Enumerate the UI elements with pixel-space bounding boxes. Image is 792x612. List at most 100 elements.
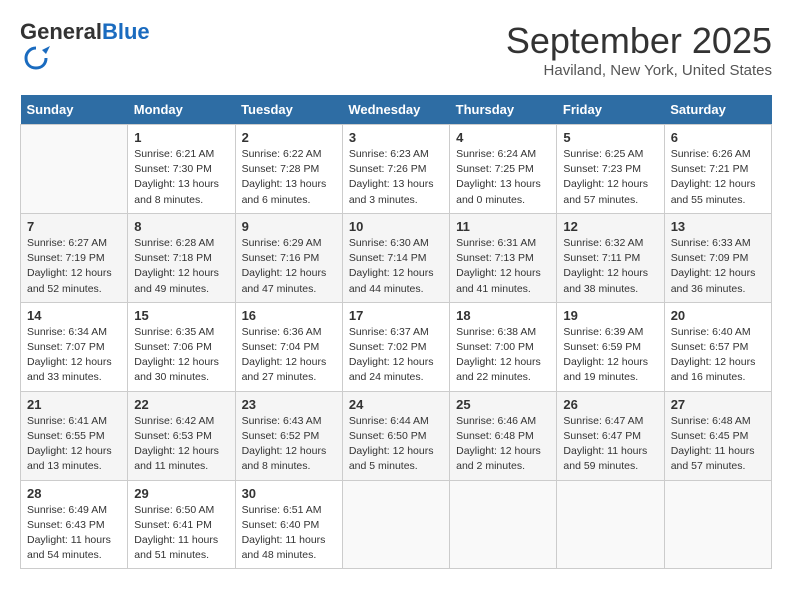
calendar-cell	[342, 480, 449, 569]
day-info: Sunrise: 6:33 AM Sunset: 7:09 PM Dayligh…	[671, 236, 765, 297]
day-number: 2	[242, 130, 336, 145]
day-number: 9	[242, 219, 336, 234]
day-header-wednesday: Wednesday	[342, 95, 449, 125]
day-number: 10	[349, 219, 443, 234]
calendar-cell: 2 Sunrise: 6:22 AM Sunset: 7:28 PM Daylig…	[235, 125, 342, 214]
title-block: September 2025 Haviland, New York, Unite…	[506, 20, 772, 79]
calendar-cell: 6 Sunrise: 6:26 AM Sunset: 7:21 PM Daylig…	[664, 125, 771, 214]
day-number: 1	[134, 130, 228, 145]
day-info: Sunrise: 6:32 AM Sunset: 7:11 PM Dayligh…	[563, 236, 657, 297]
calendar-cell: 4 Sunrise: 6:24 AM Sunset: 7:25 PM Daylig…	[450, 125, 557, 214]
logo-blue: Blue	[102, 19, 150, 44]
day-info: Sunrise: 6:46 AM Sunset: 6:48 PM Dayligh…	[456, 414, 550, 475]
day-info: Sunrise: 6:25 AM Sunset: 7:23 PM Dayligh…	[563, 147, 657, 208]
logo-general: General	[20, 19, 102, 44]
day-info: Sunrise: 6:29 AM Sunset: 7:16 PM Dayligh…	[242, 236, 336, 297]
calendar-week-3: 14 Sunrise: 6:34 AM Sunset: 7:07 PM Dayli…	[21, 302, 772, 391]
day-number: 11	[456, 219, 550, 234]
day-info: Sunrise: 6:43 AM Sunset: 6:52 PM Dayligh…	[242, 414, 336, 475]
day-info: Sunrise: 6:38 AM Sunset: 7:00 PM Dayligh…	[456, 325, 550, 386]
calendar-cell: 3Sunrise: 6:23 AM Sunset: 7:26 PM Daylig…	[342, 125, 449, 214]
calendar-week-2: 7Sunrise: 6:27 AM Sunset: 7:19 PM Daylig…	[21, 213, 772, 302]
day-header-monday: Monday	[128, 95, 235, 125]
calendar-cell: 30 Sunrise: 6:51 AM Sunset: 6:40 PM Dayli…	[235, 480, 342, 569]
page-header: GeneralBlue September 2025 Haviland, New…	[20, 20, 772, 79]
day-number: 19	[563, 308, 657, 323]
calendar-cell: 9 Sunrise: 6:29 AM Sunset: 7:16 PM Daylig…	[235, 213, 342, 302]
day-info: Sunrise: 6:51 AM Sunset: 6:40 PM Dayligh…	[242, 503, 336, 564]
calendar-week-4: 21 Sunrise: 6:41 AM Sunset: 6:55 PM Dayli…	[21, 391, 772, 480]
day-info: Sunrise: 6:34 AM Sunset: 7:07 PM Dayligh…	[27, 325, 121, 386]
calendar-cell: 19 Sunrise: 6:39 AM Sunset: 6:59 PM Dayli…	[557, 302, 664, 391]
day-info: Sunrise: 6:48 AM Sunset: 6:45 PM Dayligh…	[671, 414, 765, 475]
calendar-cell: 20 Sunrise: 6:40 AM Sunset: 6:57 PM Dayli…	[664, 302, 771, 391]
calendar-cell: 13 Sunrise: 6:33 AM Sunset: 7:09 PM Dayli…	[664, 213, 771, 302]
day-number: 29	[134, 486, 228, 501]
day-info: Sunrise: 6:37 AM Sunset: 7:02 PM Dayligh…	[349, 325, 443, 386]
day-info: Sunrise: 6:24 AM Sunset: 7:25 PM Dayligh…	[456, 147, 550, 208]
day-header-tuesday: Tuesday	[235, 95, 342, 125]
calendar-header-row: SundayMondayTuesdayWednesdayThursdayFrid…	[21, 95, 772, 125]
calendar-cell: 12Sunrise: 6:32 AM Sunset: 7:11 PM Dayli…	[557, 213, 664, 302]
day-number: 23	[242, 397, 336, 412]
calendar-week-5: 28 Sunrise: 6:49 AM Sunset: 6:43 PM Dayli…	[21, 480, 772, 569]
day-header-thursday: Thursday	[450, 95, 557, 125]
location: Haviland, New York, United States	[506, 62, 772, 79]
day-info: Sunrise: 6:39 AM Sunset: 6:59 PM Dayligh…	[563, 325, 657, 386]
day-info: Sunrise: 6:30 AM Sunset: 7:14 PM Dayligh…	[349, 236, 443, 297]
day-info: Sunrise: 6:22 AM Sunset: 7:28 PM Dayligh…	[242, 147, 336, 208]
day-info: Sunrise: 6:49 AM Sunset: 6:43 PM Dayligh…	[27, 503, 121, 564]
calendar-cell: 5 Sunrise: 6:25 AM Sunset: 7:23 PM Daylig…	[557, 125, 664, 214]
logo-icon	[22, 44, 50, 72]
calendar-cell: 14 Sunrise: 6:34 AM Sunset: 7:07 PM Dayli…	[21, 302, 128, 391]
calendar-cell: 24Sunrise: 6:44 AM Sunset: 6:50 PM Dayli…	[342, 391, 449, 480]
day-header-sunday: Sunday	[21, 95, 128, 125]
day-number: 6	[671, 130, 765, 145]
calendar-cell	[450, 480, 557, 569]
day-number: 28	[27, 486, 121, 501]
calendar-cell: 18 Sunrise: 6:38 AM Sunset: 7:00 PM Dayli…	[450, 302, 557, 391]
day-number: 21	[27, 397, 121, 412]
day-number: 25	[456, 397, 550, 412]
day-info: Sunrise: 6:40 AM Sunset: 6:57 PM Dayligh…	[671, 325, 765, 386]
calendar-cell	[557, 480, 664, 569]
day-number: 22	[134, 397, 228, 412]
calendar-cell: 8Sunrise: 6:28 AM Sunset: 7:18 PM Daylig…	[128, 213, 235, 302]
logo: GeneralBlue	[20, 20, 150, 77]
day-info: Sunrise: 6:41 AM Sunset: 6:55 PM Dayligh…	[27, 414, 121, 475]
day-info: Sunrise: 6:26 AM Sunset: 7:21 PM Dayligh…	[671, 147, 765, 208]
day-number: 18	[456, 308, 550, 323]
day-number: 15	[134, 308, 228, 323]
calendar-week-1: 1 Sunrise: 6:21 AM Sunset: 7:30 PM Daylig…	[21, 125, 772, 214]
month-title: September 2025	[506, 20, 772, 62]
day-number: 27	[671, 397, 765, 412]
day-header-friday: Friday	[557, 95, 664, 125]
day-number: 26	[563, 397, 657, 412]
calendar-cell: 15 Sunrise: 6:35 AM Sunset: 7:06 PM Dayli…	[128, 302, 235, 391]
day-info: Sunrise: 6:28 AM Sunset: 7:18 PM Dayligh…	[134, 236, 228, 297]
day-number: 14	[27, 308, 121, 323]
day-info: Sunrise: 6:50 AM Sunset: 6:41 PM Dayligh…	[134, 503, 228, 564]
calendar-cell: 22Sunrise: 6:42 AM Sunset: 6:53 PM Dayli…	[128, 391, 235, 480]
day-info: Sunrise: 6:35 AM Sunset: 7:06 PM Dayligh…	[134, 325, 228, 386]
day-number: 5	[563, 130, 657, 145]
calendar-cell: 23 Sunrise: 6:43 AM Sunset: 6:52 PM Dayli…	[235, 391, 342, 480]
calendar-cell: 16 Sunrise: 6:36 AM Sunset: 7:04 PM Dayli…	[235, 302, 342, 391]
day-info: Sunrise: 6:36 AM Sunset: 7:04 PM Dayligh…	[242, 325, 336, 386]
day-number: 3	[349, 130, 443, 145]
calendar-cell: 25 Sunrise: 6:46 AM Sunset: 6:48 PM Dayli…	[450, 391, 557, 480]
day-number: 4	[456, 130, 550, 145]
calendar-cell: 10 Sunrise: 6:30 AM Sunset: 7:14 PM Dayli…	[342, 213, 449, 302]
day-info: Sunrise: 6:47 AM Sunset: 6:47 PM Dayligh…	[563, 414, 657, 475]
day-number: 20	[671, 308, 765, 323]
day-number: 16	[242, 308, 336, 323]
day-info: Sunrise: 6:27 AM Sunset: 7:19 PM Dayligh…	[27, 236, 121, 297]
calendar-cell: 21 Sunrise: 6:41 AM Sunset: 6:55 PM Dayli…	[21, 391, 128, 480]
day-info: Sunrise: 6:31 AM Sunset: 7:13 PM Dayligh…	[456, 236, 550, 297]
calendar-cell: 27 Sunrise: 6:48 AM Sunset: 6:45 PM Dayli…	[664, 391, 771, 480]
calendar-cell: 26 Sunrise: 6:47 AM Sunset: 6:47 PM Dayli…	[557, 391, 664, 480]
calendar-cell: 1 Sunrise: 6:21 AM Sunset: 7:30 PM Daylig…	[128, 125, 235, 214]
day-info: Sunrise: 6:21 AM Sunset: 7:30 PM Dayligh…	[134, 147, 228, 208]
day-number: 30	[242, 486, 336, 501]
day-number: 13	[671, 219, 765, 234]
